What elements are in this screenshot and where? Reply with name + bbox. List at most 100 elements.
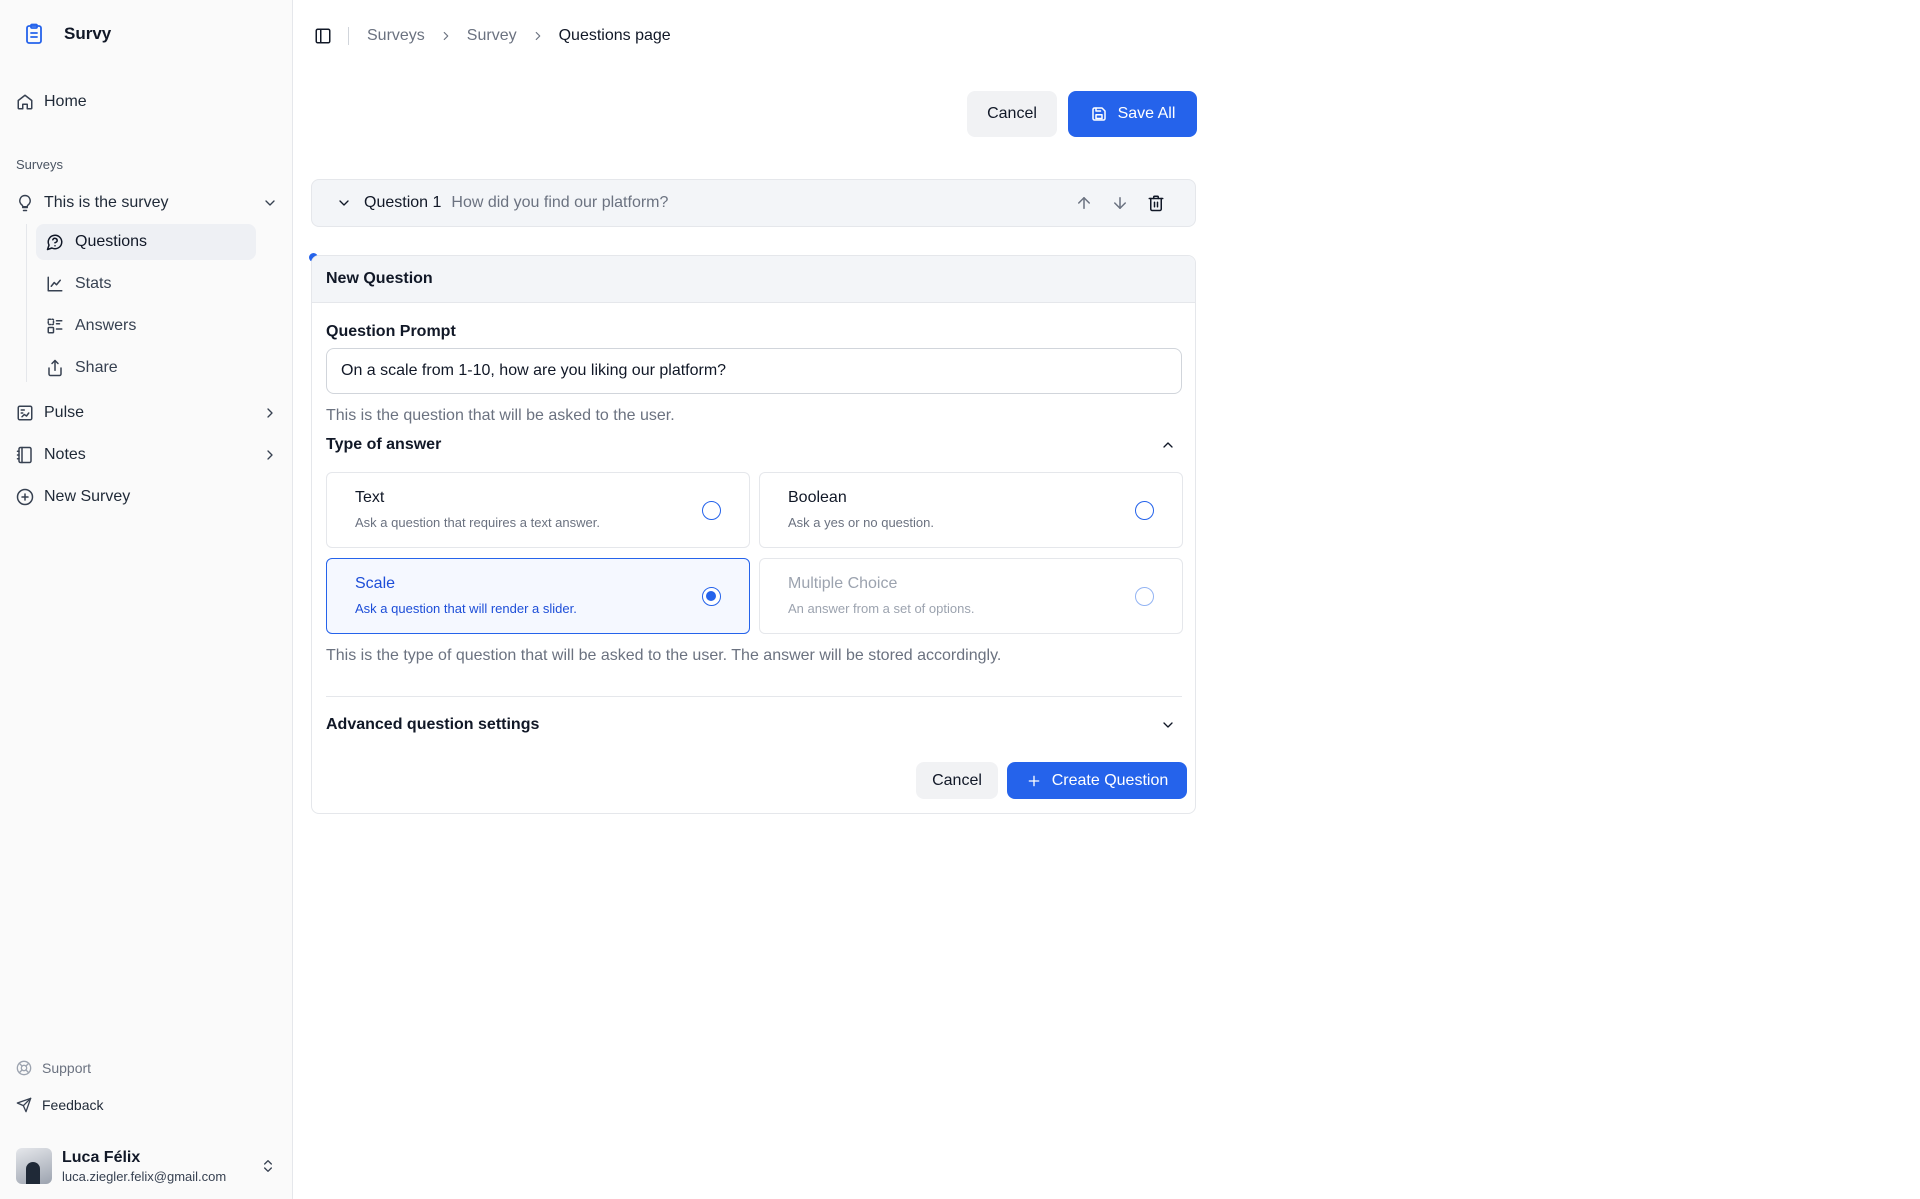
save-all-label: Save All <box>1117 105 1176 122</box>
option-title: Scale <box>355 575 396 592</box>
user-name: Luca Félix <box>62 1148 141 1166</box>
notebook-icon <box>16 446 34 464</box>
breadcrumb-survey[interactable]: Survey <box>467 27 517 45</box>
option-title: Boolean <box>788 489 847 506</box>
option-description: Ask a question that requires a text answ… <box>355 515 600 530</box>
chevron-down-icon[interactable] <box>1160 717 1176 733</box>
trash-icon[interactable] <box>1147 194 1165 212</box>
question-prompt-hint: This is the question that will be asked … <box>326 407 675 424</box>
radio-boolean[interactable] <box>1135 501 1154 520</box>
plus-circle-icon <box>16 488 34 506</box>
lightbulb-icon <box>16 194 34 212</box>
sidebar-toggle-icon[interactable] <box>314 27 332 45</box>
sidebar-item-label: Answers <box>75 317 137 334</box>
avatar <box>16 1148 52 1184</box>
radio-multiple-choice <box>1135 587 1154 606</box>
sidebar-item-pulse[interactable]: Pulse <box>16 396 278 430</box>
type-of-answer-header[interactable]: Type of answer <box>326 436 1182 454</box>
option-title: Text <box>355 489 385 506</box>
type-of-answer-label: Type of answer <box>326 436 442 453</box>
chevron-right-icon <box>531 29 545 43</box>
sidebar-item-stats[interactable]: Stats <box>36 266 256 302</box>
breadcrumb-current: Questions page <box>558 27 671 44</box>
brand[interactable]: Survy <box>22 22 111 46</box>
user-email: luca.ziegler.felix@gmail.com <box>62 1168 227 1184</box>
chevron-up-icon[interactable] <box>1160 437 1176 453</box>
chevron-down-icon[interactable] <box>336 195 352 211</box>
question-prompt-input[interactable] <box>326 348 1182 394</box>
section-divider <box>326 696 1182 697</box>
advanced-settings-label: Advanced question settings <box>326 716 540 733</box>
home-icon <box>16 93 34 111</box>
answers-icon <box>46 317 64 335</box>
option-title: Multiple Choice <box>788 575 898 592</box>
sidebar-item-label: Questions <box>75 233 148 250</box>
clipboard-icon <box>22 22 46 46</box>
radio-scale[interactable] <box>702 587 721 606</box>
question-1-label: Question 1 <box>364 194 442 211</box>
sidebar-item-label: Support <box>42 1060 92 1076</box>
type-of-answer-hint: This is the type of question that will b… <box>326 647 1002 664</box>
life-buoy-icon <box>16 1060 32 1076</box>
answer-type-boolean[interactable]: Boolean Ask a yes or no question. <box>759 472 1183 548</box>
sidebar-item-survey[interactable]: This is the survey <box>16 186 278 220</box>
user-menu[interactable]: Luca Félix luca.ziegler.felix@gmail.com <box>16 1146 276 1186</box>
sidebar-item-label: This is the survey <box>44 194 169 211</box>
save-icon <box>1090 105 1108 123</box>
answer-type-scale[interactable]: Scale Ask a question that will render a … <box>326 558 750 634</box>
sidebar: Survy Home Surveys This is the survey Qu… <box>0 0 293 1199</box>
question-1-text: How did you find our platform? <box>451 194 669 211</box>
save-all-button[interactable]: Save All <box>1068 91 1197 137</box>
sidebar-item-notes[interactable]: Notes <box>16 438 278 472</box>
option-description: Ask a yes or no question. <box>788 515 934 530</box>
chevron-down-icon <box>262 195 278 211</box>
cancel-button[interactable]: Cancel <box>967 91 1057 137</box>
sidebar-item-label: Share <box>75 359 118 376</box>
sidebar-item-home[interactable]: Home <box>16 85 87 119</box>
send-icon <box>16 1097 32 1113</box>
section-label-surveys: Surveys <box>16 157 63 172</box>
chevron-right-icon <box>262 405 278 421</box>
new-question-panel: New Question Question Prompt This is the… <box>311 255 1196 814</box>
create-question-label: Create Question <box>1051 771 1169 789</box>
sidebar-item-label: Notes <box>44 446 86 463</box>
arrow-up-icon[interactable] <box>1075 194 1093 212</box>
sidebar-item-label: Feedback <box>42 1097 104 1113</box>
sidebar-item-support[interactable]: Support <box>16 1060 91 1076</box>
option-description: Ask a question that will render a slider… <box>355 601 577 616</box>
sidebar-item-label: Stats <box>75 275 112 292</box>
arrow-down-icon[interactable] <box>1111 194 1129 212</box>
cancel-question-button[interactable]: Cancel <box>916 762 998 799</box>
sidebar-item-feedback[interactable]: Feedback <box>16 1097 103 1113</box>
chevrons-up-down-icon <box>260 1158 276 1174</box>
answer-type-multiple-choice: Multiple Choice An answer from a set of … <box>759 558 1183 634</box>
sidebar-item-questions[interactable]: Questions <box>36 224 256 260</box>
sidebar-item-label: New Survey <box>44 488 131 505</box>
sidebar-item-label: Home <box>44 93 87 110</box>
option-description: An answer from a set of options. <box>788 601 975 616</box>
breadcrumb-divider <box>348 27 349 45</box>
sidebar-item-new-survey[interactable]: New Survey <box>16 480 130 514</box>
pulse-icon <box>16 404 34 422</box>
chevron-right-icon <box>262 447 278 463</box>
cancel-button-label: Cancel <box>987 105 1037 122</box>
sidebar-item-answers[interactable]: Answers <box>36 308 256 344</box>
brand-name: Survy <box>64 24 112 43</box>
answer-type-text[interactable]: Text Ask a question that requires a text… <box>326 472 750 548</box>
share-icon <box>46 359 64 377</box>
sidebar-item-share[interactable]: Share <box>36 350 256 386</box>
create-question-button[interactable]: Create Question <box>1007 762 1187 799</box>
chevron-right-icon <box>439 29 453 43</box>
advanced-settings-header[interactable]: Advanced question settings <box>326 716 1182 734</box>
line-chart-icon <box>46 275 64 293</box>
plus-icon <box>1026 773 1042 789</box>
question-prompt-label: Question Prompt <box>326 323 456 340</box>
question-1-row[interactable]: Question 1 How did you find our platform… <box>311 179 1196 227</box>
new-question-title: New Question <box>312 256 1195 303</box>
radio-text[interactable] <box>702 501 721 520</box>
breadcrumb-surveys[interactable]: Surveys <box>367 27 425 45</box>
sub-nav-line <box>26 224 27 382</box>
sidebar-item-label: Pulse <box>44 404 85 421</box>
breadcrumb: Surveys Survey Questions page <box>314 24 671 48</box>
cancel-question-label: Cancel <box>932 771 982 789</box>
